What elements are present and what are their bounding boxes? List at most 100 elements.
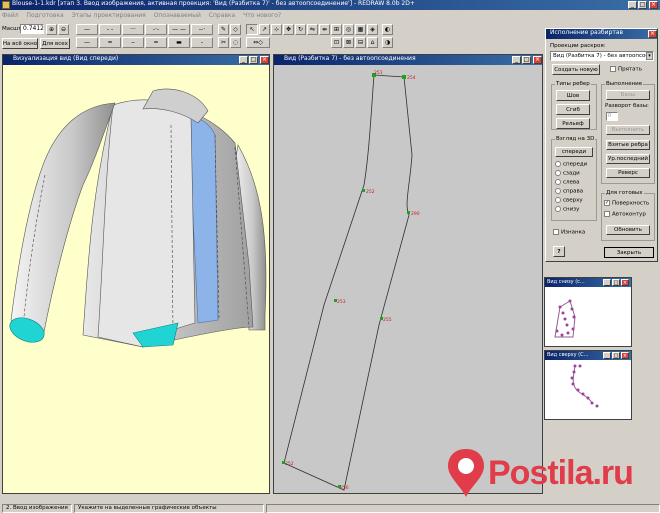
front-view-maximize-button[interactable]: □ xyxy=(249,56,258,64)
view-back-radio[interactable]: сзади xyxy=(555,170,580,177)
seam-button[interactable]: Шов xyxy=(556,90,590,101)
brush-icon[interactable]: ✎ xyxy=(218,24,229,35)
line-solid-icon[interactable]: — xyxy=(76,24,98,35)
dialog-titlebar: Исполнение разбиртав xyxy=(546,29,657,39)
bottom-view-preview xyxy=(554,299,576,338)
side-view-window: Вид сверху (С... _ □ × xyxy=(544,350,632,420)
chevron-down-icon[interactable]: ▾ xyxy=(646,52,653,60)
surface-checkbox[interactable]: ✓ Поверхность xyxy=(604,200,649,207)
link-icon[interactable]: ⊡ xyxy=(331,37,342,48)
pattern-view-close-button[interactable]: × xyxy=(533,56,542,64)
pointer-icon[interactable]: ↖ xyxy=(246,24,258,35)
point-move-icon[interactable]: ✥ xyxy=(283,24,294,35)
status-stage: 2. Ввод изображения xyxy=(2,504,72,513)
view-bottom-radio[interactable]: снизу xyxy=(555,206,579,213)
front-view-close-button[interactable]: × xyxy=(260,56,269,64)
fold-button[interactable]: Сгиб xyxy=(556,104,590,115)
menu-prepare[interactable]: Подготовка xyxy=(27,12,64,19)
close-button[interactable]: × xyxy=(649,1,658,9)
status-hint: Укажите на выделенные графические объект… xyxy=(74,504,264,513)
menu-recognized[interactable]: Опознаваемый xyxy=(154,12,201,19)
line-thin-icon[interactable]: — xyxy=(76,37,98,48)
base-turn-label: Разворот базы: xyxy=(605,103,649,109)
inside-label: Изнанка xyxy=(561,229,586,236)
line-long-dash-icon[interactable]: — — xyxy=(168,24,190,35)
line-style-icon[interactable]: ‐‐· xyxy=(191,24,213,35)
tool-a-icon[interactable]: ◐ xyxy=(382,24,393,35)
grid-icon[interactable]: ▦ xyxy=(355,24,366,35)
bottom-view-maximize-button[interactable]: □ xyxy=(612,279,620,286)
view-top-radio[interactable]: сверху xyxy=(555,197,583,204)
for-all-button[interactable]: Для всех xyxy=(40,38,70,49)
snap-icon[interactable]: ◎ xyxy=(343,24,354,35)
pattern-point-label: 256 xyxy=(340,485,349,491)
line-dot-icon[interactable]: ··· xyxy=(122,24,144,35)
scale-input[interactable]: 0.7412 xyxy=(20,24,44,34)
line-double-icon[interactable]: ═ xyxy=(145,37,167,48)
tool-b-icon[interactable]: ◑ xyxy=(382,37,393,48)
edit-icon[interactable]: ⇔◇ xyxy=(246,37,270,48)
autocontour-checkbox[interactable]: Автоконтур xyxy=(604,211,646,218)
app-titlebar: Blouse-1-1.kdr [этап 3. Ввод изображения… xyxy=(0,0,660,10)
view-left-radio[interactable]: слева xyxy=(555,179,580,186)
create-new-button[interactable]: Создать новую xyxy=(552,64,600,75)
close-dialog-button[interactable]: Закрыть xyxy=(604,247,654,258)
pattern-view-maximize-button[interactable]: □ xyxy=(522,56,531,64)
base-button[interactable]: Базы xyxy=(606,90,650,100)
front-view-minimize-button[interactable]: _ xyxy=(239,56,248,64)
lock-icon[interactable]: ⌂ xyxy=(367,37,378,48)
align-icon[interactable]: ⊞ xyxy=(331,24,342,35)
side-view-maximize-button[interactable]: □ xyxy=(612,352,620,359)
pattern-view-titlebar: Вид (Разбитка 7) - без автоопсоединения xyxy=(274,55,542,65)
eraser-icon[interactable]: ◇ xyxy=(230,24,241,35)
menu-file[interactable]: Файл xyxy=(2,12,19,19)
line-dashdot-icon[interactable]: ‐·‐ xyxy=(145,24,167,35)
ungroup-icon[interactable]: ⊟ xyxy=(355,37,366,48)
view-front-radio[interactable]: спереди xyxy=(555,161,587,168)
view-right-radio[interactable]: справа xyxy=(555,188,583,195)
scissors-icon[interactable]: ✂ xyxy=(218,37,229,48)
mirror-icon[interactable]: ⇋ xyxy=(307,24,318,35)
relief-button[interactable]: Рельеф xyxy=(556,118,590,129)
execute-button[interactable]: Выполнить xyxy=(606,125,650,135)
point-add-icon[interactable]: ⊹ xyxy=(271,24,282,35)
last-level-button[interactable]: Ур.последний xyxy=(606,154,650,164)
menu-whats-new[interactable]: Что нового? xyxy=(243,12,281,19)
line-fine-icon[interactable]: - xyxy=(191,37,213,48)
for-ready-caption: Для готовых xyxy=(605,190,644,196)
group-icon[interactable]: ⊠ xyxy=(343,37,354,48)
projection-select[interactable]: Вид (Разбитка 7) - без автоопсоед xyxy=(550,51,654,61)
inside-checkbox[interactable]: Изнанка xyxy=(553,229,585,236)
rotate-icon[interactable]: ↻ xyxy=(295,24,306,35)
line-bold-icon[interactable]: ▬ xyxy=(168,37,190,48)
side-view-close-button[interactable]: × xyxy=(621,352,629,359)
line-medium-icon[interactable]: ‒ xyxy=(122,37,144,48)
side-view-minimize-button[interactable]: _ xyxy=(603,352,611,359)
pattern-view-minimize-button[interactable]: _ xyxy=(512,56,521,64)
help-button[interactable]: ? xyxy=(553,246,565,257)
hide-checkbox[interactable]: Прятать xyxy=(610,66,642,73)
select-icon[interactable]: ↗ xyxy=(259,24,270,35)
minimize-button[interactable]: _ xyxy=(628,1,637,9)
measure-icon[interactable]: ⇹ xyxy=(319,24,330,35)
lasso-icon[interactable]: ◌ xyxy=(230,37,241,48)
menu-help[interactable]: Справка xyxy=(209,12,235,19)
bottom-view-minimize-button[interactable]: _ xyxy=(603,279,611,286)
update-button[interactable]: Обновить xyxy=(606,225,650,235)
base-turn-input[interactable]: 0 xyxy=(606,112,618,121)
zoom-out-icon[interactable]: ⊖ xyxy=(58,24,69,35)
taken-edges-button[interactable]: Взятые ребра xyxy=(606,140,650,150)
line-thick-icon[interactable]: ━ xyxy=(99,37,121,48)
menu-stages[interactable]: Этапы проектирования xyxy=(72,12,146,19)
dialog-close-button[interactable]: × xyxy=(648,30,657,38)
surface-label: Поверхность xyxy=(612,200,650,207)
layers-icon[interactable]: ◈ xyxy=(367,24,378,35)
zoom-in-icon[interactable]: ⊕ xyxy=(46,24,57,35)
maximize-button[interactable]: □ xyxy=(638,1,647,9)
bottom-view-close-button[interactable]: × xyxy=(621,279,629,286)
view-front-button[interactable]: спереди xyxy=(555,147,593,157)
fit-all-button[interactable]: На всё окно xyxy=(2,38,38,49)
pattern-point xyxy=(402,75,406,79)
line-dash-icon[interactable]: ‐ ‐ xyxy=(99,24,121,35)
reverse-button[interactable]: Реверс xyxy=(606,168,650,178)
